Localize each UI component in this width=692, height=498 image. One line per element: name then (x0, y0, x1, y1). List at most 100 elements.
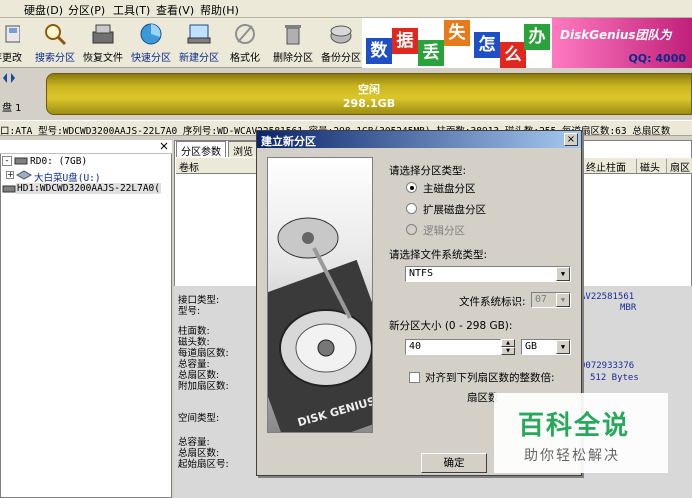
align-sectors-checkbox[interactable] (409, 372, 420, 383)
menu-help[interactable]: 帮助(H) (200, 2, 239, 18)
delete-partition-button[interactable]: 删除分区 (268, 22, 318, 66)
banner-tile: 么 (500, 42, 526, 68)
logical-partition-label: 逻辑分区 (423, 225, 465, 237)
filesystem-select[interactable]: NTFS ▼ (405, 266, 571, 282)
filesystem-id-label: 文件系统标识: (459, 296, 526, 308)
free-space-block[interactable]: 空闲 298.1GB (46, 73, 692, 115)
recover-files-button[interactable]: 恢复文件 (78, 22, 128, 66)
hard-drive-illustration: DISK GENIUS (267, 157, 373, 433)
save-icon (5, 25, 20, 43)
filesystem-prompt: 请选择文件系统类型: (389, 249, 488, 261)
collapse-toggle[interactable]: - (2, 156, 12, 166)
partition-size-value: 40 (409, 341, 422, 352)
quick-partition-button[interactable]: 快速分区 (126, 22, 176, 66)
column-volume-label: 卷标 (179, 163, 199, 174)
prop-label: 起始扇区号: (178, 459, 229, 470)
save-changes-label: 存更改 (0, 53, 22, 64)
primary-partition-label: 主磁盘分区 (423, 183, 476, 195)
partition-size-label: 新分区大小 (0 - 298 GB): (389, 320, 513, 332)
format-label: 格式化 (230, 53, 260, 64)
search-partition-button[interactable]: 搜索分区 (30, 22, 80, 66)
menu-tools[interactable]: 工具(T) (113, 2, 150, 18)
quick-partition-label: 快速分区 (131, 53, 171, 64)
advert-banner[interactable]: 数 据 丢 失 怎 么 办 DiskGenius团队为 QQ: 4000 (362, 18, 692, 68)
menu-bar: 硬盘(D) 分区(P) 工具(T) 查看(V) 帮助(H) (0, 0, 692, 18)
filesystem-value: NTFS (409, 268, 434, 279)
new-partition-icon (187, 24, 211, 44)
primary-partition-radio[interactable] (406, 182, 417, 193)
prop-value: AV22581561 (580, 292, 635, 302)
banner-brand-text: DiskGenius团队为 (560, 28, 672, 42)
banner-tile: 怎 (474, 32, 500, 58)
prop-label: 附加扇区数: (178, 381, 229, 392)
banner-tile: 丢 (418, 40, 444, 66)
spinner-down-icon[interactable]: ▼ (501, 347, 515, 355)
size-unit-value: GB (525, 341, 538, 352)
close-icon: × (566, 134, 576, 145)
ok-button[interactable]: 确定 (421, 453, 487, 473)
menu-disk[interactable]: 硬盘(D) (24, 2, 63, 18)
watermark: 百科全说 助你轻松解决 (494, 393, 668, 473)
prop-label: 型号: (178, 306, 201, 317)
menu-partition[interactable]: 分区(P) (68, 2, 105, 18)
new-partition-button[interactable]: 新建分区 (174, 22, 224, 66)
banner-qq-text: QQ: 4000 (628, 52, 686, 65)
menu-view[interactable]: 查看(V) (156, 2, 194, 18)
close-icon[interactable] (160, 142, 168, 150)
dialog-title: 建立新分区 (257, 131, 581, 148)
recover-files-label: 恢复文件 (83, 53, 123, 64)
prop-value: MBR (620, 303, 637, 313)
tab-browse[interactable]: 浏览 (228, 141, 258, 158)
ok-button-label: 确定 (443, 457, 465, 469)
column-head: 磁头 (636, 159, 660, 174)
chevron-down-icon: ▼ (556, 293, 570, 307)
size-unit-select[interactable]: GB ▼ (521, 339, 571, 355)
banner-tile: 据 (392, 28, 418, 54)
watermark-title: 百科全说 (518, 411, 631, 441)
free-space-label: 空闲 (358, 83, 380, 96)
filesystem-id-select[interactable]: 07 ▼ (531, 292, 571, 308)
partition-type-prompt: 请选择分区类型: (389, 165, 467, 177)
column-end-cylinder: 终止柱面 (582, 159, 626, 174)
nav-arrows-icon[interactable] (2, 72, 16, 84)
extended-partition-label: 扩展磁盘分区 (423, 204, 486, 216)
size-spinner[interactable]: ▲ ▼ (501, 339, 515, 355)
tree-item-rd0[interactable]: RD0: (7GB) (30, 156, 87, 167)
prop-value: 0072933376 (580, 361, 635, 371)
column-sector: 扇区 (666, 159, 690, 174)
disk-icon (14, 157, 28, 165)
chevron-down-icon: ▼ (556, 340, 570, 354)
backup-partition-button[interactable]: 备份分区 (316, 22, 366, 66)
logical-partition-radio[interactable] (406, 224, 417, 235)
watermark-subtitle: 助你轻松解决 (524, 448, 620, 464)
filesystem-id-value: 07 (535, 294, 548, 305)
tree-item-hd1[interactable]: HD1:WDCWD3200AAJS-22L7A0( (16, 183, 161, 194)
search-partition-label: 搜索分区 (35, 53, 75, 64)
tab-partition-params[interactable]: 分区参数 (176, 141, 226, 158)
prop-value: 512 Bytes (590, 373, 639, 383)
banner-brand-area: DiskGenius团队为 QQ: 4000 (552, 18, 692, 68)
search-icon (45, 24, 67, 46)
banner-tile: 数 (366, 38, 392, 64)
extended-partition-radio[interactable] (406, 203, 417, 214)
banner-tile: 办 (524, 24, 550, 50)
format-button[interactable]: 格式化 (220, 22, 270, 66)
prop-label: 空间类型: (178, 413, 220, 424)
expand-toggle[interactable]: + (6, 171, 14, 179)
partition-size-input[interactable]: 40 (405, 339, 501, 355)
backup-partition-label: 备份分区 (321, 53, 361, 64)
tree-item-usb[interactable]: 大白菜U盘(U:) (34, 170, 101, 184)
spinner-up-icon[interactable]: ▲ (501, 339, 515, 347)
delete-icon (285, 25, 301, 45)
delete-partition-label: 删除分区 (273, 53, 313, 64)
tree-header (0, 140, 172, 154)
save-changes-button[interactable]: 存更改 (0, 22, 32, 66)
disk-icon (2, 185, 16, 193)
disk-number-label: 盘 1 (2, 103, 22, 114)
disk-map: 盘 1 空闲 298.1GB (0, 69, 692, 119)
chevron-down-icon: ▼ (556, 267, 570, 281)
dialog-close-button[interactable]: × (564, 133, 578, 146)
free-space-size: 298.1GB (342, 97, 396, 110)
recover-files-icon (92, 24, 114, 44)
new-partition-label: 新建分区 (179, 53, 219, 64)
